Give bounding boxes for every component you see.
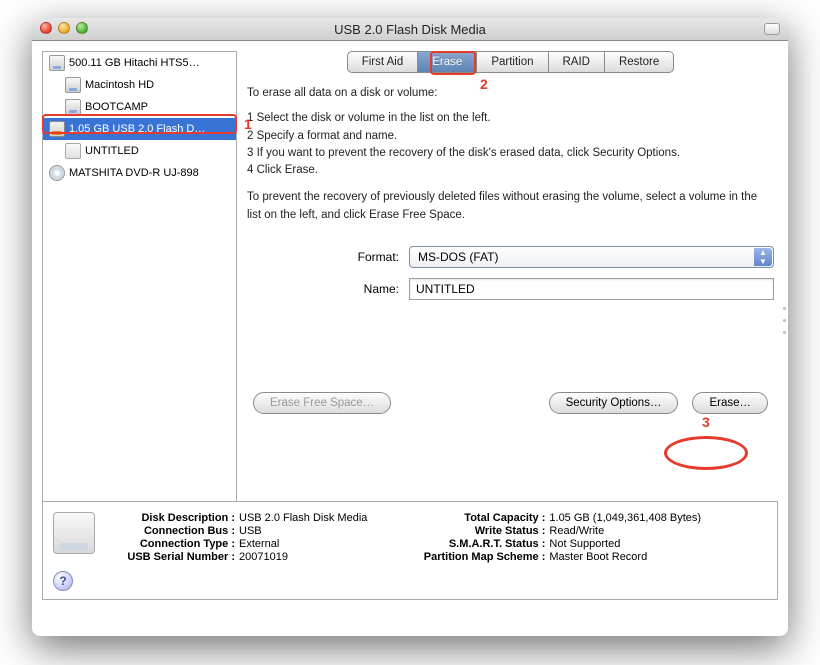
info-key: S.M.A.R.T. Status :	[395, 538, 545, 550]
info-key: Partition Map Scheme :	[395, 551, 545, 563]
tab-partition[interactable]: Partition	[477, 52, 548, 72]
sidebar-item-hdd[interactable]: 500.11 GB Hitachi HTS5…	[43, 52, 236, 74]
sidebar-item-usb-selected[interactable]: 1.05 GB USB 2.0 Flash D…	[43, 118, 236, 140]
info-value: USB 2.0 Flash Disk Media	[239, 512, 367, 524]
toolbar-toggle-button[interactable]	[764, 23, 780, 35]
info-value: Not Supported	[549, 538, 701, 550]
format-value: MS-DOS (FAT)	[418, 250, 498, 264]
instructions-note: To prevent the recovery of previously de…	[247, 189, 774, 224]
tab-raid[interactable]: RAID	[549, 52, 605, 72]
info-key: Disk Description :	[105, 512, 235, 524]
sidebar-item-volume[interactable]: UNTITLED	[43, 140, 236, 162]
info-key: Connection Bus :	[105, 525, 235, 537]
minimize-button[interactable]	[58, 22, 70, 34]
sidebar-item-label: BOOTCAMP	[85, 101, 148, 113]
hdd-icon	[49, 55, 65, 71]
sidebar-item-label: MATSHITA DVD-R UJ-898	[69, 167, 199, 179]
volume-icon	[65, 99, 81, 115]
volume-icon	[65, 77, 81, 93]
info-value: Read/Write	[549, 525, 701, 537]
instructions: To erase all data on a disk or volume: 1…	[247, 85, 774, 224]
sidebar-item-dvd[interactable]: MATSHITA DVD-R UJ-898	[43, 162, 236, 184]
window: USB 2.0 Flash Disk Media 500.11 GB Hitac…	[32, 18, 788, 636]
sidebar-item-volume[interactable]: BOOTCAMP	[43, 96, 236, 118]
info-key: USB Serial Number :	[105, 551, 235, 563]
sidebar-item-label: 1.05 GB USB 2.0 Flash D…	[69, 123, 205, 135]
window-title: USB 2.0 Flash Disk Media	[334, 22, 486, 37]
volume-icon	[65, 143, 81, 159]
tab-erase[interactable]: Erase	[418, 52, 477, 72]
instructions-step: 4 Click Erase.	[247, 162, 774, 179]
instructions-step: 1 Select the disk or volume in the list …	[247, 110, 774, 127]
tabstrip: First Aid Erase Partition RAID Restore	[347, 51, 675, 73]
info-footer: Disk Description : USB 2.0 Flash Disk Med…	[42, 502, 778, 600]
format-select[interactable]: MS-DOS (FAT) ▲▼	[409, 246, 774, 268]
instructions-step: 2 Specify a format and name.	[247, 128, 774, 145]
sidebar-item-volume[interactable]: Macintosh HD	[43, 74, 236, 96]
disk-list[interactable]: 500.11 GB Hitachi HTS5… Macintosh HD BOO…	[42, 51, 237, 501]
format-label: Format:	[247, 250, 409, 264]
titlebar[interactable]: USB 2.0 Flash Disk Media	[32, 18, 788, 41]
info-value: USB	[239, 525, 367, 537]
erase-free-space-button[interactable]: Erase Free Space…	[253, 392, 391, 414]
info-value: Master Boot Record	[549, 551, 701, 563]
chevron-updown-icon: ▲▼	[754, 248, 772, 266]
info-key: Write Status :	[395, 525, 545, 537]
close-button[interactable]	[40, 22, 52, 34]
instructions-intro: To erase all data on a disk or volume:	[247, 85, 774, 102]
instructions-step: 3 If you want to prevent the recovery of…	[247, 145, 774, 162]
erase-form: Format: MS-DOS (FAT) ▲▼ Name:	[247, 246, 774, 300]
info-value: 1.05 GB (1,049,361,408 Bytes)	[549, 512, 701, 524]
sidebar-item-label: 500.11 GB Hitachi HTS5…	[69, 57, 200, 69]
tab-restore[interactable]: Restore	[605, 52, 673, 72]
content-area: 500.11 GB Hitachi HTS5… Macintosh HD BOO…	[32, 41, 788, 501]
name-label: Name:	[247, 282, 409, 296]
usb-disk-icon	[49, 121, 65, 137]
erase-button[interactable]: Erase…	[692, 392, 768, 414]
disk-large-icon	[53, 512, 95, 554]
info-key: Total Capacity :	[395, 512, 545, 524]
tabs: First Aid Erase Partition RAID Restore	[247, 51, 774, 73]
security-options-button[interactable]: Security Options…	[549, 392, 679, 414]
optical-drive-icon	[49, 165, 65, 181]
zoom-button[interactable]	[76, 22, 88, 34]
info-key: Connection Type :	[105, 538, 235, 550]
main-panel: First Aid Erase Partition RAID Restore T…	[237, 41, 788, 501]
sidebar-item-label: Macintosh HD	[85, 79, 154, 91]
info-value: 20071019	[239, 551, 367, 563]
info-value: External	[239, 538, 367, 550]
name-input[interactable]	[409, 278, 774, 300]
traffic-lights	[40, 22, 88, 34]
tab-first-aid[interactable]: First Aid	[348, 52, 419, 72]
button-row: Erase Free Space… Security Options… Eras…	[247, 392, 774, 414]
sidebar-item-label: UNTITLED	[85, 145, 139, 157]
help-button[interactable]: ?	[53, 571, 73, 591]
